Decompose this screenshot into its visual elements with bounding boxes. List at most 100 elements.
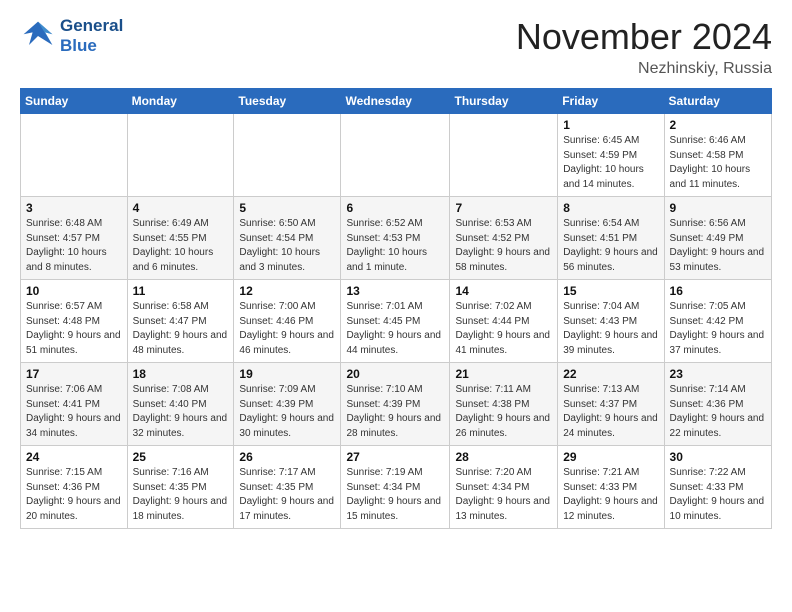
day-info: Sunrise: 7:13 AM Sunset: 4:37 PM Dayligh… [563, 383, 658, 441]
calendar-header-row: Sunday Monday Tuesday Wednesday Thursday… [21, 89, 772, 114]
table-row: 9 Sunrise: 6:56 AM Sunset: 4:49 PM Daylig… [664, 197, 771, 280]
day-info: Sunrise: 7:19 AM Sunset: 4:34 PM Dayligh… [346, 466, 444, 524]
page: General Blue November 2024 Nezhinskiy, R… [0, 0, 792, 612]
month-title: November 2024 [516, 16, 772, 58]
day-number: 6 [346, 201, 444, 215]
day-info: Sunrise: 6:46 AM Sunset: 4:58 PM Dayligh… [670, 134, 766, 192]
table-row: 10 Sunrise: 6:57 AM Sunset: 4:48 PM Dayli… [21, 280, 128, 363]
day-number: 2 [670, 118, 766, 132]
day-number: 23 [670, 367, 766, 381]
table-row: 13 Sunrise: 7:01 AM Sunset: 4:45 PM Dayli… [341, 280, 450, 363]
day-info: Sunrise: 7:08 AM Sunset: 4:40 PM Dayligh… [133, 383, 229, 441]
table-row: 14 Sunrise: 7:02 AM Sunset: 4:44 PM Dayli… [450, 280, 558, 363]
day-number: 9 [670, 201, 766, 215]
day-info: Sunrise: 6:56 AM Sunset: 4:49 PM Dayligh… [670, 217, 766, 275]
day-info: Sunrise: 7:20 AM Sunset: 4:34 PM Dayligh… [455, 466, 552, 524]
day-number: 26 [239, 450, 335, 464]
table-row: 17Sunrise: 7:06 AM Sunset: 4:41 PM Dayli… [21, 363, 128, 446]
day-number: 21 [455, 367, 552, 381]
table-row: 3 Sunrise: 6:48 AM Sunset: 4:57 PM Daylig… [21, 197, 128, 280]
table-row [341, 114, 450, 197]
day-number: 7 [455, 201, 552, 215]
table-row [234, 114, 341, 197]
day-number: 19 [239, 367, 335, 381]
table-row: 15Sunrise: 7:04 AM Sunset: 4:43 PM Dayli… [558, 280, 664, 363]
col-friday: Friday [558, 89, 664, 114]
day-number: 18 [133, 367, 229, 381]
col-wednesday: Wednesday [341, 89, 450, 114]
day-number: 8 [563, 201, 658, 215]
day-number: 25 [133, 450, 229, 464]
day-info: Sunrise: 6:57 AM Sunset: 4:48 PM Dayligh… [26, 300, 122, 358]
col-monday: Monday [127, 89, 234, 114]
day-info: Sunrise: 7:01 AM Sunset: 4:45 PM Dayligh… [346, 300, 444, 358]
table-row [21, 114, 128, 197]
day-number: 28 [455, 450, 552, 464]
table-row: 29 Sunrise: 7:21 AM Sunset: 4:33 PM Dayli… [558, 446, 664, 529]
table-row: 30 Sunrise: 7:22 AM Sunset: 4:33 PM Dayli… [664, 446, 771, 529]
table-row: 23 Sunrise: 7:14 AM Sunset: 4:36 PM Dayli… [664, 363, 771, 446]
day-info: Sunrise: 7:00 AM Sunset: 4:46 PM Dayligh… [239, 300, 335, 358]
day-info: Sunrise: 7:22 AM Sunset: 4:33 PM Dayligh… [670, 466, 766, 524]
day-info: Sunrise: 7:14 AM Sunset: 4:36 PM Dayligh… [670, 383, 766, 441]
day-number: 15 [563, 284, 658, 298]
location: Nezhinskiy, Russia [516, 60, 772, 78]
day-info: Sunrise: 7:11 AM Sunset: 4:38 PM Dayligh… [455, 383, 552, 441]
day-number: 30 [670, 450, 766, 464]
table-row [450, 114, 558, 197]
day-info: Sunrise: 6:45 AM Sunset: 4:59 PM Dayligh… [563, 134, 658, 192]
logo-text: General Blue [60, 16, 123, 55]
col-tuesday: Tuesday [234, 89, 341, 114]
table-row: 1Sunrise: 6:45 AM Sunset: 4:59 PM Daylig… [558, 114, 664, 197]
table-row: 4 Sunrise: 6:49 AM Sunset: 4:55 PM Daylig… [127, 197, 234, 280]
day-info: Sunrise: 7:17 AM Sunset: 4:35 PM Dayligh… [239, 466, 335, 524]
logo: General Blue [20, 16, 123, 55]
table-row: 26 Sunrise: 7:17 AM Sunset: 4:35 PM Dayli… [234, 446, 341, 529]
day-info: Sunrise: 6:53 AM Sunset: 4:52 PM Dayligh… [455, 217, 552, 275]
day-info: Sunrise: 6:48 AM Sunset: 4:57 PM Dayligh… [26, 217, 122, 275]
table-row: 2 Sunrise: 6:46 AM Sunset: 4:58 PM Daylig… [664, 114, 771, 197]
day-info: Sunrise: 7:15 AM Sunset: 4:36 PM Dayligh… [26, 466, 122, 524]
header: General Blue November 2024 Nezhinskiy, R… [20, 16, 772, 78]
table-row: 21 Sunrise: 7:11 AM Sunset: 4:38 PM Dayli… [450, 363, 558, 446]
day-info: Sunrise: 7:16 AM Sunset: 4:35 PM Dayligh… [133, 466, 229, 524]
day-number: 10 [26, 284, 122, 298]
calendar-table: Sunday Monday Tuesday Wednesday Thursday… [20, 88, 772, 529]
day-info: Sunrise: 7:02 AM Sunset: 4:44 PM Dayligh… [455, 300, 552, 358]
day-number: 13 [346, 284, 444, 298]
day-info: Sunrise: 7:21 AM Sunset: 4:33 PM Dayligh… [563, 466, 658, 524]
table-row: 11 Sunrise: 6:58 AM Sunset: 4:47 PM Dayli… [127, 280, 234, 363]
day-info: Sunrise: 6:52 AM Sunset: 4:53 PM Dayligh… [346, 217, 444, 275]
table-row: 27Sunrise: 7:19 AM Sunset: 4:34 PM Dayli… [341, 446, 450, 529]
col-thursday: Thursday [450, 89, 558, 114]
table-row: 5Sunrise: 6:50 AM Sunset: 4:54 PM Daylig… [234, 197, 341, 280]
table-row: 16Sunrise: 7:05 AM Sunset: 4:42 PM Dayli… [664, 280, 771, 363]
day-number: 20 [346, 367, 444, 381]
title-block: November 2024 Nezhinskiy, Russia [516, 16, 772, 78]
day-number: 4 [133, 201, 229, 215]
table-row: 28 Sunrise: 7:20 AM Sunset: 4:34 PM Dayli… [450, 446, 558, 529]
day-number: 12 [239, 284, 335, 298]
day-number: 3 [26, 201, 122, 215]
day-number: 11 [133, 284, 229, 298]
day-number: 14 [455, 284, 552, 298]
table-row [127, 114, 234, 197]
table-row: 22Sunrise: 7:13 AM Sunset: 4:37 PM Dayli… [558, 363, 664, 446]
table-row: 6 Sunrise: 6:52 AM Sunset: 4:53 PM Daylig… [341, 197, 450, 280]
day-info: Sunrise: 7:09 AM Sunset: 4:39 PM Dayligh… [239, 383, 335, 441]
day-number: 24 [26, 450, 122, 464]
day-info: Sunrise: 6:54 AM Sunset: 4:51 PM Dayligh… [563, 217, 658, 275]
table-row: 7 Sunrise: 6:53 AM Sunset: 4:52 PM Daylig… [450, 197, 558, 280]
day-info: Sunrise: 7:10 AM Sunset: 4:39 PM Dayligh… [346, 383, 444, 441]
day-number: 16 [670, 284, 766, 298]
logo-icon [20, 18, 56, 54]
day-number: 17 [26, 367, 122, 381]
day-info: Sunrise: 6:58 AM Sunset: 4:47 PM Dayligh… [133, 300, 229, 358]
day-info: Sunrise: 6:49 AM Sunset: 4:55 PM Dayligh… [133, 217, 229, 275]
table-row: 8 Sunrise: 6:54 AM Sunset: 4:51 PM Daylig… [558, 197, 664, 280]
day-number: 29 [563, 450, 658, 464]
table-row: 18 Sunrise: 7:08 AM Sunset: 4:40 PM Dayli… [127, 363, 234, 446]
table-row: 12 Sunrise: 7:00 AM Sunset: 4:46 PM Dayli… [234, 280, 341, 363]
table-row: 20 Sunrise: 7:10 AM Sunset: 4:39 PM Dayli… [341, 363, 450, 446]
table-row: 25 Sunrise: 7:16 AM Sunset: 4:35 PM Dayli… [127, 446, 234, 529]
